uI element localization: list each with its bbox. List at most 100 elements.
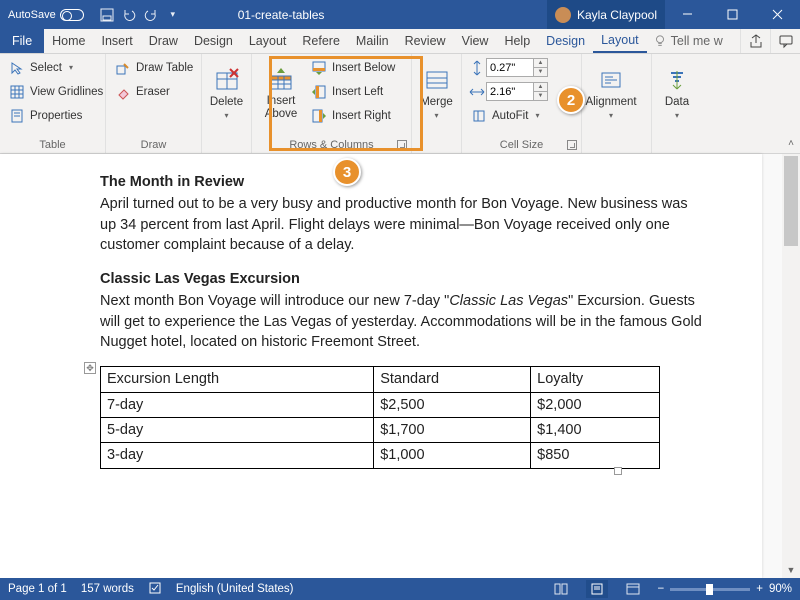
view-gridlines-button[interactable]: View Gridlines xyxy=(6,81,106,102)
grid-icon xyxy=(9,84,25,100)
tab-help[interactable]: Help xyxy=(496,29,538,53)
merge-button[interactable]: Merge▾ xyxy=(418,57,455,129)
group-label: Cell Size xyxy=(468,137,575,153)
insert-below-button[interactable]: Insert Below xyxy=(308,57,398,78)
table-resize-handle-icon[interactable] xyxy=(614,467,622,475)
group-alignment: Alignment▾ xyxy=(582,54,652,153)
properties-button[interactable]: Properties xyxy=(6,105,106,126)
tab-draw[interactable]: Draw xyxy=(141,29,186,53)
zoom-slider[interactable] xyxy=(670,588,750,591)
table-row[interactable]: 5-day$1,700$1,400 xyxy=(101,417,660,442)
height-icon xyxy=(468,60,486,76)
tab-review[interactable]: Review xyxy=(397,29,454,53)
draw-table-button[interactable]: Draw Table xyxy=(112,57,196,78)
alignment-button[interactable]: Alignment▾ xyxy=(588,57,634,129)
insert-above-button[interactable]: InsertAbove xyxy=(258,57,304,129)
table-move-handle-icon[interactable]: ✥ xyxy=(84,362,96,374)
tab-mailings[interactable]: Mailin xyxy=(348,29,397,53)
group-draw: Draw Table Eraser Draw xyxy=(106,54,202,153)
minimize-button[interactable] xyxy=(665,0,710,29)
select-button[interactable]: Select▾ xyxy=(6,57,106,78)
tab-file[interactable]: File xyxy=(0,29,44,53)
tab-home[interactable]: Home xyxy=(44,29,93,53)
tell-me-search[interactable]: Tell me w xyxy=(647,29,740,53)
toggle-off-icon xyxy=(60,9,84,21)
user-account[interactable]: Kayla Claypool xyxy=(547,0,665,29)
title-bar: AutoSave ▾ 01-create-tables Kayla Claypo… xyxy=(0,0,800,29)
table-container: ✥ Excursion LengthStandardLoyalty 7-day$… xyxy=(100,366,702,468)
insert-left-icon xyxy=(311,84,327,100)
insert-left-button[interactable]: Insert Left xyxy=(308,81,398,102)
autofit-button[interactable]: AutoFit▾ xyxy=(468,105,548,126)
group-data: Data▾ xyxy=(652,54,702,153)
tab-design[interactable]: Design xyxy=(186,29,241,53)
properties-icon xyxy=(9,108,25,124)
document-area: The Month in Review April turned out to … xyxy=(0,154,800,578)
redo-icon[interactable] xyxy=(142,6,160,24)
insert-right-button[interactable]: Insert Right xyxy=(308,105,398,126)
avatar-icon xyxy=(555,7,571,23)
web-layout-icon[interactable] xyxy=(622,580,644,598)
group-rows-columns: InsertAbove Insert Below Insert Left Ins… xyxy=(252,54,412,153)
lightbulb-icon xyxy=(653,34,667,48)
tab-table-layout[interactable]: Layout xyxy=(593,29,647,53)
tab-table-design[interactable]: Design xyxy=(538,29,593,53)
insert-below-icon xyxy=(311,60,327,76)
tab-view[interactable]: View xyxy=(454,29,497,53)
width-icon xyxy=(468,86,486,98)
alignment-icon xyxy=(597,66,625,94)
vertical-scrollbar[interactable]: ▲ ▼ xyxy=(782,154,800,578)
close-button[interactable] xyxy=(755,0,800,29)
scrollbar-thumb[interactable] xyxy=(784,156,798,246)
undo-icon[interactable] xyxy=(120,6,138,24)
autosave-toggle[interactable]: AutoSave xyxy=(0,9,92,21)
dialog-launcher-icon[interactable] xyxy=(397,140,407,150)
dialog-launcher-icon[interactable] xyxy=(567,140,577,150)
zoom-out-button[interactable]: − xyxy=(658,583,665,595)
language-indicator[interactable]: English (United States) xyxy=(176,583,294,595)
group-label: Table xyxy=(6,137,99,153)
tab-layout[interactable]: Layout xyxy=(241,29,295,53)
tab-insert[interactable]: Insert xyxy=(94,29,141,53)
column-width-input[interactable]: ▲▼ xyxy=(468,81,548,102)
table-row[interactable]: 7-day$2,500$2,000 xyxy=(101,392,660,417)
callout-3: 3 xyxy=(333,158,361,186)
group-label: Rows & Columns xyxy=(258,137,405,153)
zoom-in-button[interactable]: + xyxy=(756,583,763,595)
scroll-down-icon[interactable]: ▼ xyxy=(782,562,800,578)
insert-above-icon xyxy=(267,65,295,93)
group-label xyxy=(658,137,696,153)
insert-right-icon xyxy=(311,108,327,124)
zoom-level[interactable]: 90% xyxy=(769,583,792,595)
quick-access-toolbar: ▾ xyxy=(92,6,188,24)
pricing-table[interactable]: Excursion LengthStandardLoyalty 7-day$2,… xyxy=(100,366,660,468)
eraser-button[interactable]: Eraser xyxy=(112,81,196,102)
proofing-icon[interactable] xyxy=(148,581,162,598)
share-button[interactable] xyxy=(740,29,770,53)
autofit-icon xyxy=(471,108,487,124)
table-row[interactable]: 3-day$1,000$850 xyxy=(101,443,660,468)
table-row[interactable]: Excursion LengthStandardLoyalty xyxy=(101,367,660,392)
delete-table-icon xyxy=(213,66,241,94)
collapse-ribbon-icon[interactable]: ˄ xyxy=(788,138,794,149)
group-delete: Delete▾ xyxy=(202,54,252,153)
maximize-button[interactable] xyxy=(710,0,755,29)
tab-references[interactable]: Refere xyxy=(294,29,348,53)
page-indicator[interactable]: Page 1 of 1 xyxy=(8,583,67,595)
delete-button[interactable]: Delete▾ xyxy=(208,57,245,129)
callout-2: 2 xyxy=(557,86,585,114)
comments-button[interactable] xyxy=(770,29,800,53)
print-layout-icon[interactable] xyxy=(586,580,608,598)
row-height-input[interactable]: ▲▼ xyxy=(468,57,548,78)
save-icon[interactable] xyxy=(98,6,116,24)
document-page[interactable]: The Month in Review April turned out to … xyxy=(0,154,762,578)
zoom-control[interactable]: − + 90% xyxy=(658,583,792,595)
group-label xyxy=(588,137,645,153)
group-label: Draw xyxy=(112,137,195,153)
qat-dropdown-icon[interactable]: ▾ xyxy=(164,6,182,24)
ribbon-tabs: File Home Insert Draw Design Layout Refe… xyxy=(0,29,800,54)
word-count[interactable]: 157 words xyxy=(81,583,134,595)
read-mode-icon[interactable] xyxy=(550,580,572,598)
paragraph: Next month Bon Voyage will introduce our… xyxy=(100,291,702,352)
data-button[interactable]: Data▾ xyxy=(658,57,696,129)
